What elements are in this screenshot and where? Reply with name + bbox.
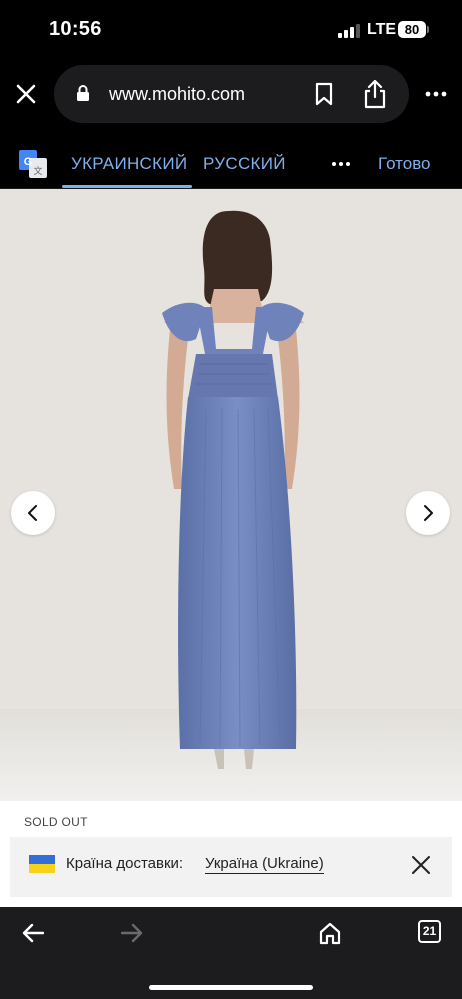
svg-text:文: 文 bbox=[33, 165, 42, 177]
previous-image-button[interactable] bbox=[11, 491, 55, 535]
signal-strength-icon bbox=[338, 22, 362, 38]
dress-photo bbox=[0, 189, 462, 801]
active-tab-indicator bbox=[62, 185, 192, 188]
battery-tip bbox=[427, 26, 429, 33]
url-text: www.mohito.com bbox=[109, 84, 246, 104]
delivery-country-link[interactable]: Україна (Ukraine) bbox=[205, 855, 324, 874]
chevron-left-icon bbox=[28, 505, 37, 521]
sold-out-label: SOLD OUT bbox=[24, 815, 88, 829]
browser-toolbar: 21 bbox=[0, 907, 462, 999]
more-icon[interactable] bbox=[424, 82, 448, 106]
lock-icon bbox=[77, 85, 89, 101]
more-options-icon[interactable] bbox=[331, 158, 351, 170]
google-translate-icon: G 文 bbox=[19, 150, 47, 178]
forward-arrow-icon[interactable] bbox=[121, 923, 143, 943]
translate-bar: G 文 УКРАИНСКИЙ РУССКИЙ Готово bbox=[0, 136, 462, 189]
tab-target-language[interactable]: РУССКИЙ bbox=[203, 154, 286, 174]
close-icon[interactable] bbox=[12, 80, 40, 108]
network-type: LTE bbox=[367, 21, 397, 38]
url-field[interactable]: www.mohito.com bbox=[54, 65, 409, 123]
status-bar: 10:56 LTE 80 bbox=[0, 0, 462, 60]
browser-address-bar: www.mohito.com bbox=[0, 60, 462, 136]
delivery-country-label: Країна доставки: bbox=[66, 855, 184, 872]
svg-text:G: G bbox=[24, 156, 33, 168]
home-indicator bbox=[149, 985, 313, 990]
chevron-right-icon bbox=[424, 505, 433, 521]
tabs-button[interactable]: 21 bbox=[418, 920, 441, 943]
share-icon[interactable] bbox=[362, 78, 388, 110]
next-image-button[interactable] bbox=[406, 491, 450, 535]
product-image[interactable] bbox=[0, 189, 462, 801]
ukraine-flag-icon bbox=[29, 855, 55, 873]
bookmark-icon[interactable] bbox=[312, 81, 336, 107]
battery-icon: 80 bbox=[398, 21, 426, 38]
close-icon[interactable] bbox=[410, 854, 432, 876]
delivery-country-banner: Країна доставки: Україна (Ukraine) bbox=[10, 837, 452, 897]
tab-source-language[interactable]: УКРАИНСКИЙ bbox=[71, 154, 187, 174]
back-arrow-icon[interactable] bbox=[22, 923, 44, 943]
product-info: SOLD OUT Країна доставки: Україна (Ukrai… bbox=[0, 801, 462, 907]
done-button[interactable]: Готово bbox=[378, 154, 431, 174]
status-time: 10:56 bbox=[49, 18, 102, 40]
home-icon[interactable] bbox=[318, 921, 342, 945]
